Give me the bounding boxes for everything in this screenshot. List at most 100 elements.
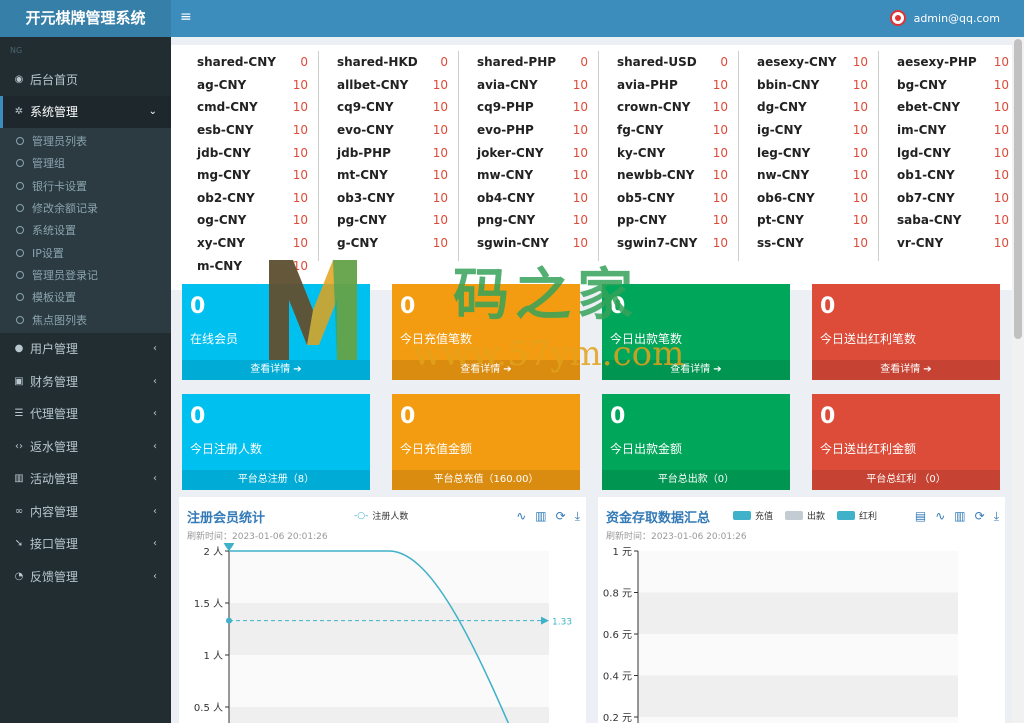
user-menu[interactable]: admin@qq.com: [889, 10, 1000, 26]
sidebar-item-list[interactable]: ☰ 代理管理 ‹: [0, 398, 171, 431]
game-balance: 10: [292, 236, 308, 251]
submenu-item-label: 管理员列表: [32, 135, 87, 149]
submenu-item[interactable]: 系统设置: [0, 219, 171, 241]
stat-card[interactable]: 0 今日送出红利金额 平台总红利 （0）: [812, 394, 1000, 490]
legend-item[interactable]: 充值: [733, 509, 773, 522]
panel-title: 资金存取数据汇总: [606, 511, 711, 526]
sidebar-toggle-icon[interactable]: ≡: [180, 9, 192, 25]
stat-card[interactable]: 0 今日充值笔数 查看详情 ➔: [392, 284, 580, 380]
submenu-item[interactable]: IP设置: [0, 241, 171, 263]
game-balance: 10: [292, 168, 308, 183]
money-icon: ▣: [14, 375, 24, 387]
game-row: mt-CNY 10: [319, 164, 458, 187]
scrollbar-thumb[interactable]: [1014, 39, 1022, 339]
link-icon: ∞: [14, 505, 24, 517]
legend-item[interactable]: 红利: [837, 509, 877, 522]
game-balance: 10: [292, 145, 308, 160]
stat-card[interactable]: 0 今日出款金额 平台总出款（0）: [602, 394, 790, 490]
submenu-item[interactable]: 修改余额记录: [0, 197, 171, 219]
game-balance: 10: [712, 190, 728, 205]
game-name: cq9-PHP: [477, 100, 534, 115]
sidebar-item-label: 接口管理: [30, 537, 79, 552]
game-name: shared-USD: [617, 55, 697, 70]
sidebar-item-link[interactable]: ∞ 内容管理 ‹: [0, 495, 171, 528]
submenu-item[interactable]: 管理组: [0, 152, 171, 174]
caret-icon: ‹: [153, 570, 157, 582]
refresh-icon[interactable]: ⟳: [556, 509, 566, 524]
stat-footer-link[interactable]: 平台总出款（0）: [602, 470, 790, 490]
sidebar-item-map[interactable]: ▥ 活动管理 ‹: [0, 463, 171, 496]
stat-card[interactable]: 0 在线会员 查看详情 ➔: [182, 284, 370, 380]
sidebar-item-code[interactable]: ‹› 返水管理 ‹: [0, 430, 171, 463]
game-name: ob5-CNY: [617, 190, 675, 205]
game-name: ob7-CNY: [897, 190, 955, 205]
app-logo-title[interactable]: 开元棋牌管理系统: [0, 0, 171, 37]
stat-card[interactable]: 0 今日注册人数 平台总注册（8）: [182, 394, 370, 490]
stat-footer-link[interactable]: 平台总红利 （0）: [812, 470, 1000, 490]
game-row: pt-CNY 10: [739, 209, 878, 232]
submenu-item[interactable]: 管理员登录记: [0, 264, 171, 286]
game-balance: 10: [712, 100, 728, 115]
sidebar-item-plug[interactable]: ➘ 接口管理 ‹: [0, 528, 171, 561]
stat-card[interactable]: 0 今日充值金额 平台总充值（160.00）: [392, 394, 580, 490]
chart-legend[interactable]: -○- 注册人数: [354, 509, 408, 523]
stat-footer-link[interactable]: 查看详情 ➔: [392, 360, 580, 380]
game-row: sgwin-CNY 10: [459, 232, 598, 255]
sidebar-item-money[interactable]: ▣ 财务管理 ‹: [0, 365, 171, 398]
stat-footer-link[interactable]: 平台总充值（160.00）: [392, 470, 580, 490]
stat-footer-link[interactable]: 平台总注册（8）: [182, 470, 370, 490]
game-balance: 10: [993, 145, 1009, 160]
game-name: aesexy-CNY: [757, 55, 837, 70]
game-balance: 10: [993, 123, 1009, 138]
game-balance: 0: [300, 55, 308, 70]
game-row: shared-HKD 0: [319, 51, 458, 74]
page-scrollbar[interactable]: [1012, 37, 1024, 723]
grid-band: [638, 675, 958, 717]
footer-label: 查看详情: [460, 364, 501, 375]
line-chart-icon[interactable]: ∿: [516, 509, 526, 524]
user-email[interactable]: admin@qq.com: [914, 12, 1000, 25]
sidebar-item-comment[interactable]: ◔ 反馈管理 ‹: [0, 560, 171, 593]
game-name: xy-CNY: [197, 236, 246, 251]
game-balance: 10: [852, 190, 868, 205]
game-name: bbin-CNY: [757, 77, 820, 92]
submenu-item[interactable]: 模板设置: [0, 286, 171, 308]
download-icon[interactable]: ⤓: [575, 509, 580, 524]
circle-icon: [16, 293, 24, 302]
refresh-icon[interactable]: ⟳: [975, 509, 985, 524]
stat-footer-link[interactable]: 查看详情 ➔: [602, 360, 790, 380]
stat-card[interactable]: 0 今日出款笔数 查看详情 ➔: [602, 284, 790, 380]
submenu-item[interactable]: 银行卡设置: [0, 175, 171, 197]
sidebar-item-gear[interactable]: ✲ 系统管理 ⌄: [0, 95, 171, 128]
bar-chart-icon[interactable]: ▥: [535, 509, 546, 524]
game-row: ob6-CNY 10: [739, 187, 878, 210]
stat-footer-link[interactable]: 查看详情 ➔: [812, 360, 1000, 380]
game-row: ob4-CNY 10: [459, 187, 598, 210]
game-name: g-CNY: [337, 236, 379, 251]
sidebar-item-users[interactable]: ● 用户管理 ‹: [0, 333, 171, 366]
data-view-icon[interactable]: ▤: [915, 509, 926, 524]
game-name: mg-CNY: [197, 168, 251, 183]
stat-card[interactable]: 0 今日送出红利笔数 查看详情 ➔: [812, 284, 1000, 380]
game-name: lgd-CNY: [897, 145, 951, 160]
game-balance: 10: [852, 77, 868, 92]
game-name: shared-CNY: [197, 55, 276, 70]
caret-icon: ‹: [153, 408, 157, 420]
submenu-item[interactable]: 焦点图列表: [0, 308, 171, 330]
submenu-item[interactable]: 管理员列表: [0, 130, 171, 152]
game-balance: 10: [572, 236, 588, 251]
bar-chart-icon[interactable]: ▥: [954, 509, 965, 524]
legend-label: 红利: [859, 512, 878, 522]
sidebar-item-label: 内容管理: [30, 504, 79, 519]
line-chart-icon[interactable]: ∿: [935, 509, 945, 524]
game-balance: 10: [852, 236, 868, 251]
legend-item[interactable]: 出款: [785, 509, 825, 522]
stat-footer-link[interactable]: 查看详情 ➔: [182, 360, 370, 380]
game-row: pp-CNY 10: [599, 209, 738, 232]
download-icon[interactable]: ⤓: [994, 509, 999, 524]
caret-icon: ‹: [153, 473, 157, 485]
sidebar-header: NG: [10, 46, 23, 55]
sidebar-item-dashboard[interactable]: ◉ 后台首页: [0, 63, 171, 96]
avatar[interactable]: [889, 10, 906, 26]
game-row: jdb-CNY 10: [179, 141, 318, 164]
